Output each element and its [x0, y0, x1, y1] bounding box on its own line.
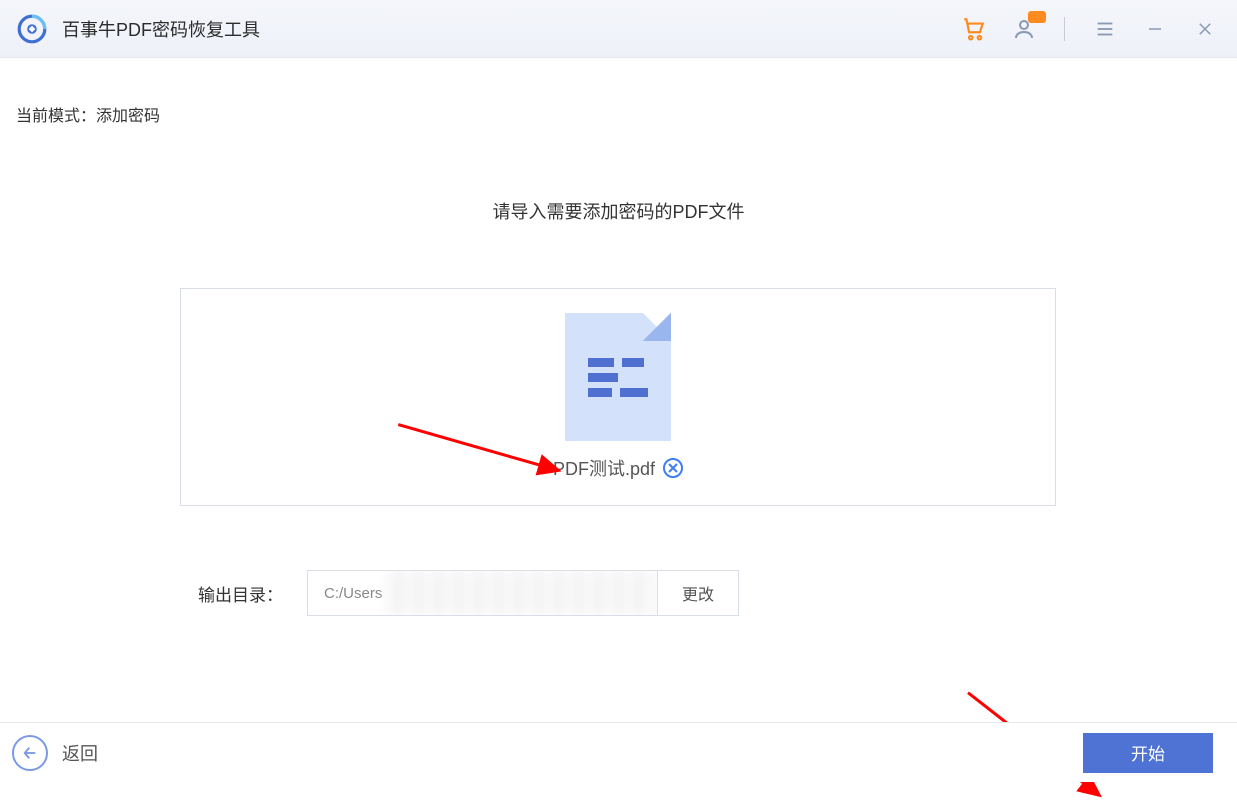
import-instruction: 请导入需要添加密码的PDF文件: [0, 198, 1237, 224]
account-icon[interactable]: [1010, 15, 1038, 43]
pdf-file-icon: [565, 313, 671, 441]
back-label: 返回: [62, 740, 98, 766]
app-logo-icon: [16, 13, 48, 45]
bottom-bar: 返回 开始: [0, 722, 1237, 782]
output-path-field[interactable]: C:/Users: [308, 571, 658, 615]
change-output-button[interactable]: 更改: [658, 571, 738, 615]
mode-value: 添加密码: [96, 108, 160, 125]
file-name-row: PDF测试.pdf: [553, 455, 683, 481]
app-title: 百事牛PDF密码恢复工具: [62, 16, 260, 42]
current-mode: 当前模式：添加密码: [16, 102, 160, 126]
selected-file-name: PDF测试.pdf: [553, 455, 655, 481]
output-path-value: C:/Users: [324, 585, 382, 602]
titlebar-actions: [960, 15, 1219, 43]
close-icon[interactable]: [1191, 15, 1219, 43]
back-arrow-icon: [12, 735, 48, 771]
menu-icon[interactable]: [1091, 15, 1119, 43]
output-label: 输出目录：: [198, 581, 283, 606]
titlebar-divider: [1064, 17, 1065, 41]
vip-badge-icon: [1028, 11, 1046, 23]
minimize-icon[interactable]: [1141, 15, 1169, 43]
cart-icon[interactable]: [960, 15, 988, 43]
mode-label: 当前模式：: [16, 108, 96, 125]
output-path-box: C:/Users 更改: [307, 570, 739, 616]
file-drop-zone[interactable]: PDF测试.pdf: [180, 288, 1056, 506]
remove-file-button[interactable]: [663, 458, 683, 478]
titlebar: 百事牛PDF密码恢复工具: [0, 0, 1237, 58]
main-area: 当前模式：添加密码 请导入需要添加密码的PDF文件 PDF测试.pdf 输出目录…: [0, 58, 1237, 722]
back-button[interactable]: 返回: [12, 735, 98, 771]
output-directory-row: 输出目录： C:/Users 更改: [198, 570, 739, 616]
start-button[interactable]: 开始: [1083, 733, 1213, 773]
redacted-path-mask: [384, 571, 657, 615]
